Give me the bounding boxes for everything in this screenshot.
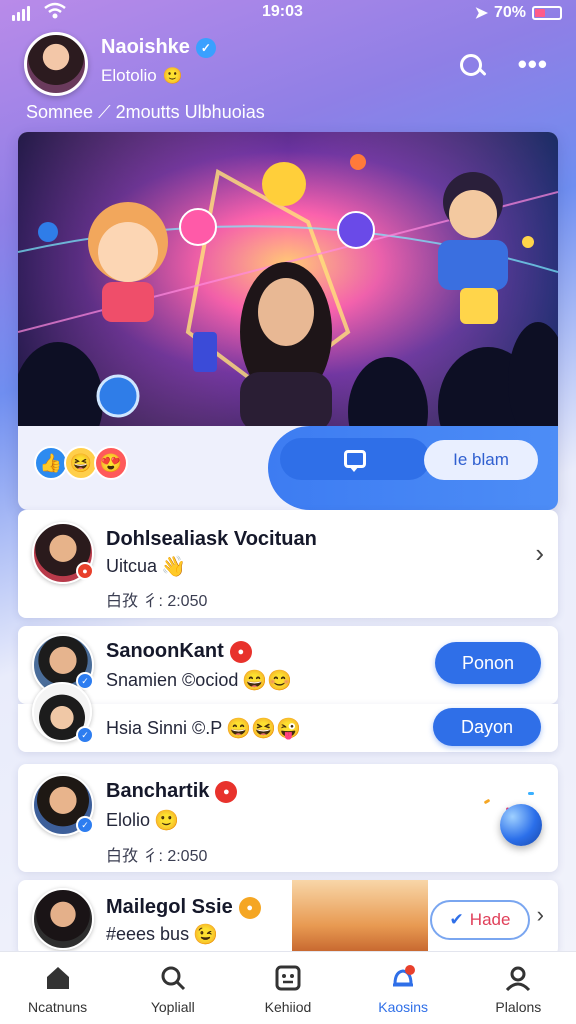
sparkle-icon xyxy=(483,798,491,805)
wifi-icon xyxy=(44,2,66,25)
nav-label: Plalons xyxy=(495,999,542,1015)
hero-card: 👍 😆 😍 Ie blam xyxy=(18,132,558,510)
signal-icon xyxy=(12,6,30,21)
like-icon: 👍 xyxy=(34,446,68,480)
contact-subtitle: #eees bus xyxy=(106,924,190,944)
check-icon: ✔ xyxy=(449,910,464,929)
chat-button[interactable] xyxy=(280,438,430,480)
smile-emoji-icon: 🙂 xyxy=(154,810,179,832)
smile-emoji-icon: 😄😊 xyxy=(242,670,293,692)
orb-icon[interactable] xyxy=(500,804,542,846)
verified-icon: ✓ xyxy=(195,37,216,58)
nav-label: Kehiiod xyxy=(264,999,312,1015)
chevron-right-icon[interactable]: › xyxy=(535,538,544,569)
chevron-right-icon[interactable]: › xyxy=(537,902,544,928)
emoji-icon: 🙂 xyxy=(162,68,183,85)
nav-item-profile[interactable]: Plalons xyxy=(461,952,576,1024)
notification-dot-icon: ● xyxy=(229,640,252,663)
nav-item-notifications[interactable]: Kaosins xyxy=(346,952,461,1024)
made-button-label: Hade xyxy=(469,910,511,929)
haha-icon: 😆 xyxy=(64,446,98,480)
love-icon: 😍 xyxy=(94,446,128,480)
bottom-nav: Ncatnuns Yopliall Kehiiod Kaosins Plalon… xyxy=(0,951,576,1024)
list-item[interactable]: Mailegol Ssie ● #eees bus 😉 ✔ Hade › xyxy=(18,880,558,956)
nav-label: Ncatnuns xyxy=(28,999,88,1015)
profile-subtitle: Elotolio xyxy=(101,66,157,85)
status-bar: 19:03 ➤ 70% xyxy=(0,0,576,26)
list-item[interactable]: ✓ Hsia Sinni ©.P 😄😆😜 Dayon xyxy=(18,682,558,752)
contact-name: Mailegol Ssie xyxy=(106,896,233,918)
avatar xyxy=(32,888,94,950)
join-button[interactable]: Ie blam xyxy=(424,440,538,480)
profile-stats: Somnee ⟋ 2moutts Ulbhuoias xyxy=(26,102,265,122)
contact-subtitle: Hsia Sinni ©.P xyxy=(106,718,223,738)
profile-avatar[interactable] xyxy=(24,32,88,96)
contact-name: Dohlsealiask Vocituan xyxy=(106,528,317,550)
grid-icon xyxy=(275,965,301,991)
list-item[interactable]: ✓ SanoonKant ● Snamien ©ociod 😄😊 Ponon xyxy=(18,626,558,704)
notification-dot-icon: ● xyxy=(215,780,238,803)
live-badge-icon: ● xyxy=(76,562,94,580)
profile-icon xyxy=(506,966,531,992)
notifications-icon xyxy=(393,965,416,987)
emoji-reactions-icon: 😄😆😜 xyxy=(226,718,302,740)
verified-badge-icon: ✓ xyxy=(76,726,94,744)
status-time: 19:03 xyxy=(262,3,303,20)
profile-name: Naoishke xyxy=(101,36,190,58)
chat-icon xyxy=(344,450,366,472)
nav-label: Kaosins xyxy=(378,999,429,1015)
search-icon xyxy=(161,966,185,991)
home-icon xyxy=(46,967,69,989)
sparkle-icon xyxy=(528,792,534,795)
reaction-summary[interactable]: 👍 😆 😍 xyxy=(34,446,128,480)
contact-name: Banchartik xyxy=(106,780,210,802)
hero-illustration[interactable] xyxy=(18,132,558,426)
list-item[interactable]: ✓ Banchartik ● Elolio 🙂 白孜 彳: 2:050 xyxy=(18,764,558,872)
action-button[interactable]: Ponon xyxy=(435,642,541,684)
nav-item-grid[interactable]: Kehiiod xyxy=(230,952,345,1024)
contact-name: SanoonKant xyxy=(106,640,224,662)
profile-header: Naoishke ✓ Elotolio 🙂 Somnee ⟋ 2moutts U… xyxy=(24,32,554,124)
candles-image xyxy=(292,880,428,956)
nav-label: Yopliall xyxy=(150,999,195,1015)
verified-badge-icon: ✓ xyxy=(76,816,94,834)
nav-item-search[interactable]: Yopliall xyxy=(115,952,230,1024)
wink-emoji-icon: 😉 xyxy=(193,924,218,946)
location-icon: ➤ xyxy=(474,5,488,22)
nav-item-home[interactable]: Ncatnuns xyxy=(0,952,115,1024)
notification-dot-icon: ● xyxy=(238,896,261,919)
list-item[interactable]: ● Dohlsealiask Vocituan Uitcua 👋 白孜 彳: 2:… xyxy=(18,510,558,618)
contact-subtitle: Elolio xyxy=(106,810,151,830)
action-button[interactable]: Dayon xyxy=(433,708,541,746)
made-button[interactable]: ✔ Hade xyxy=(430,900,530,940)
battery-icon xyxy=(532,6,562,20)
search-icon[interactable] xyxy=(458,52,488,82)
contact-subtitle: Uitcua xyxy=(106,556,158,576)
more-icon[interactable]: ••• xyxy=(518,51,548,77)
contact-subtitle: Snamien ©ociod xyxy=(106,670,239,690)
contact-time: 白孜 彳: 2:050 xyxy=(106,593,208,610)
hand-emoji-icon: 👋 xyxy=(161,556,186,578)
contact-time: 白孜 彳: 2:050 xyxy=(106,848,208,865)
battery-percent: 70% xyxy=(493,4,526,21)
